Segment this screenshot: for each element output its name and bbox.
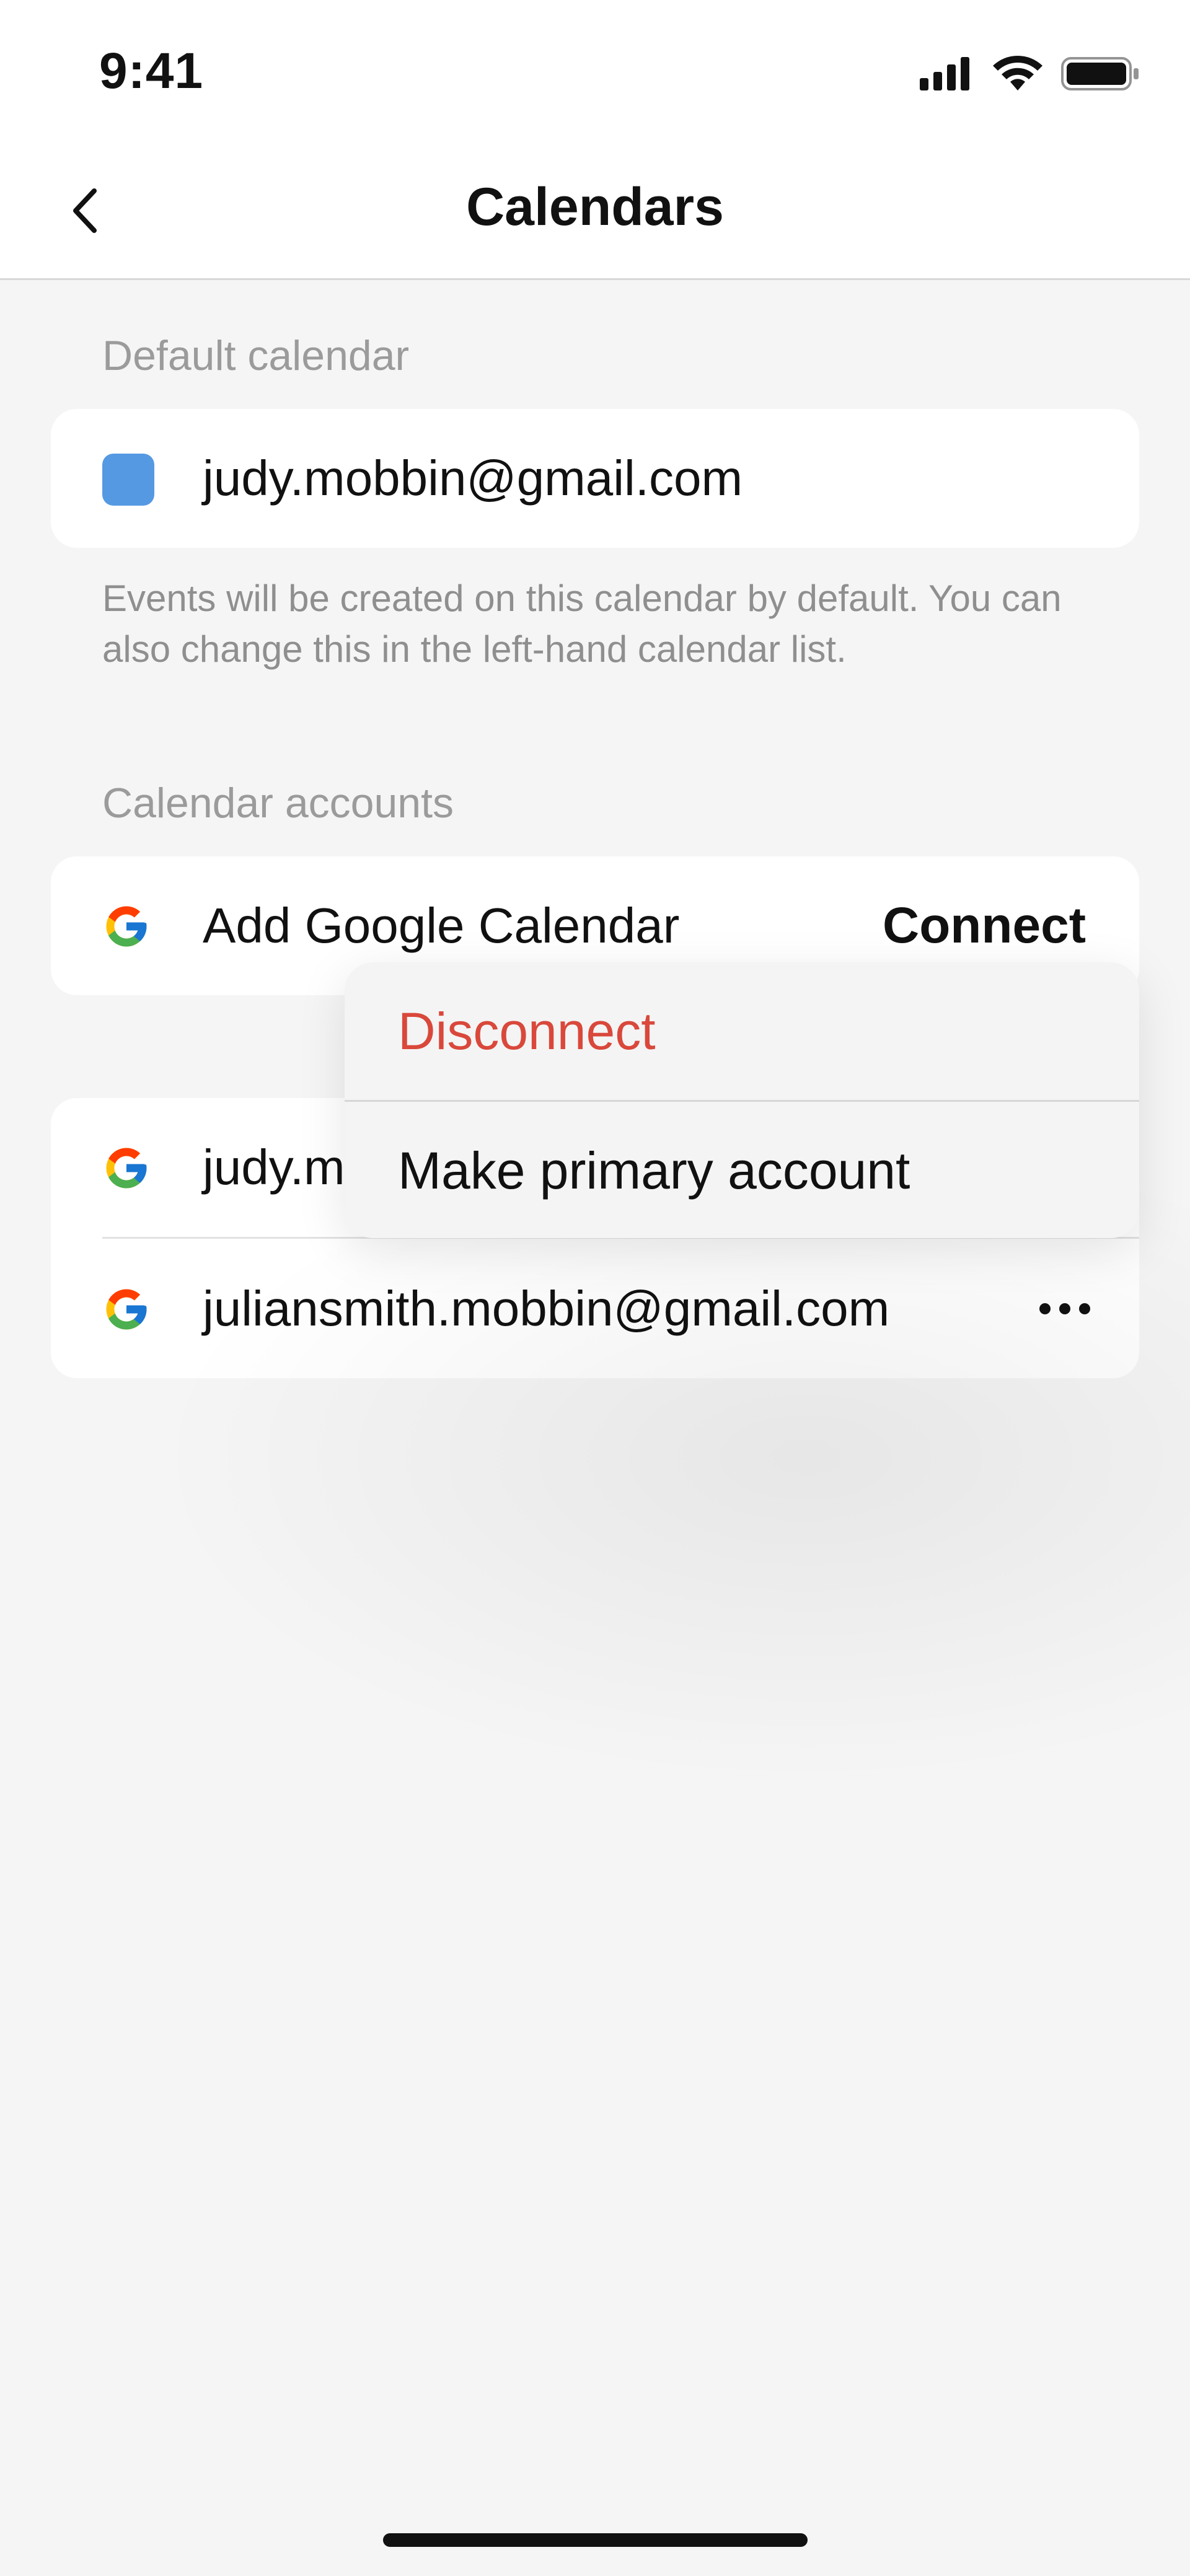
account-row[interactable]: juliansmith.mobbin@gmail.com [51,1239,1139,1378]
disconnect-label: Disconnect [398,1002,656,1060]
calendar-color-swatch [102,454,154,506]
account-context-menu: Disconnect Make primary account [345,962,1139,1238]
default-calendar-row[interactable]: judy.mobbin@gmail.com [51,409,1139,548]
wifi-icon [993,56,1042,90]
status-time: 9:41 [99,43,204,99]
page-title: Calendars [466,177,724,237]
section-label-default-calendar: Default calendar [102,332,410,379]
battery-icon [1061,57,1139,90]
make-primary-menu-item[interactable]: Make primary account [345,1102,1139,1238]
account-email: juliansmith.mobbin@gmail.com [203,1281,890,1336]
section-label-calendar-accounts: Calendar accounts [102,780,454,827]
status-icons-svg [920,56,1139,90]
make-primary-label: Make primary account [398,1141,910,1200]
more-horizontal-icon[interactable] [1034,1296,1096,1321]
status-bar: 9:41 [0,0,1190,143]
disconnect-menu-item[interactable]: Disconnect [345,962,1139,1100]
default-calendar-hint: Events will be created on this calendar … [102,578,1062,670]
status-icons [920,55,1143,92]
account-email: judy.m [203,1140,345,1195]
nav-bar: Calendars [0,143,1190,280]
default-calendar-card[interactable]: judy.mobbin@gmail.com [51,409,1139,548]
home-indicator [383,2533,808,2547]
cellular-signal-icon [920,57,969,90]
google-icon [106,906,147,947]
default-calendar-email: judy.mobbin@gmail.com [203,451,743,506]
google-icon [106,1148,147,1189]
google-icon [106,1289,147,1330]
